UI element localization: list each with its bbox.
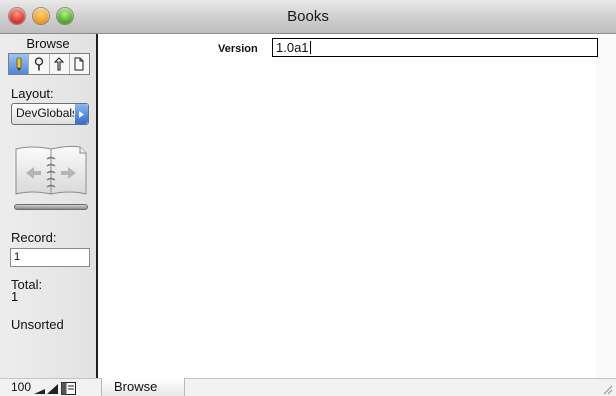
- version-field-label: Version: [218, 43, 258, 55]
- zoom-in-icon[interactable]: [46, 382, 59, 395]
- tsquare-icon: [54, 57, 65, 71]
- total-value: 1: [11, 289, 19, 304]
- zoom-out-icon[interactable]: [33, 382, 46, 395]
- mode-label: Browse: [26, 36, 70, 51]
- pencil-icon: [16, 57, 22, 71]
- page-icon: [74, 57, 84, 71]
- popup-arrow-icon: [75, 104, 88, 124]
- version-field-value: 1.0a1: [276, 40, 309, 55]
- window-title: Books: [287, 8, 329, 25]
- title-bar[interactable]: Books: [0, 0, 616, 34]
- status-area: Browse Layout: DevGlobals Record: 1 Tota…: [0, 34, 98, 378]
- layout-content: [98, 34, 596, 378]
- layout-mode-button[interactable]: [50, 54, 70, 74]
- text-caret: [309, 41, 311, 54]
- record-slider[interactable]: [14, 204, 88, 210]
- version-field[interactable]: 1.0a1: [272, 38, 598, 57]
- filemaker-window: Books Browse Layout: DevGlobals Record: …: [0, 0, 616, 396]
- mode-popup[interactable]: Browse: [101, 378, 185, 396]
- layout-popup[interactable]: DevGlobals: [11, 103, 89, 125]
- find-mode-button[interactable]: [29, 54, 50, 74]
- bottom-bar: 100 Browse: [0, 378, 616, 396]
- layout-label: Layout:: [11, 86, 54, 101]
- record-label: Record:: [11, 230, 57, 245]
- layout-popup-value: DevGlobals: [16, 106, 74, 120]
- resize-grip-icon[interactable]: [601, 383, 613, 395]
- vertical-scroll-area[interactable]: [596, 34, 616, 378]
- status-toggle-icon[interactable]: [61, 382, 76, 395]
- record-book-icon[interactable]: [14, 145, 88, 196]
- sort-status: Unsorted: [11, 317, 64, 332]
- browse-mode-button[interactable]: [9, 54, 30, 74]
- mode-toolbar: [8, 53, 90, 75]
- preview-mode-button[interactable]: [70, 54, 89, 74]
- zoom-level[interactable]: 100: [11, 380, 31, 394]
- record-number-field[interactable]: 1: [10, 248, 90, 267]
- magnifier-icon: [34, 57, 44, 71]
